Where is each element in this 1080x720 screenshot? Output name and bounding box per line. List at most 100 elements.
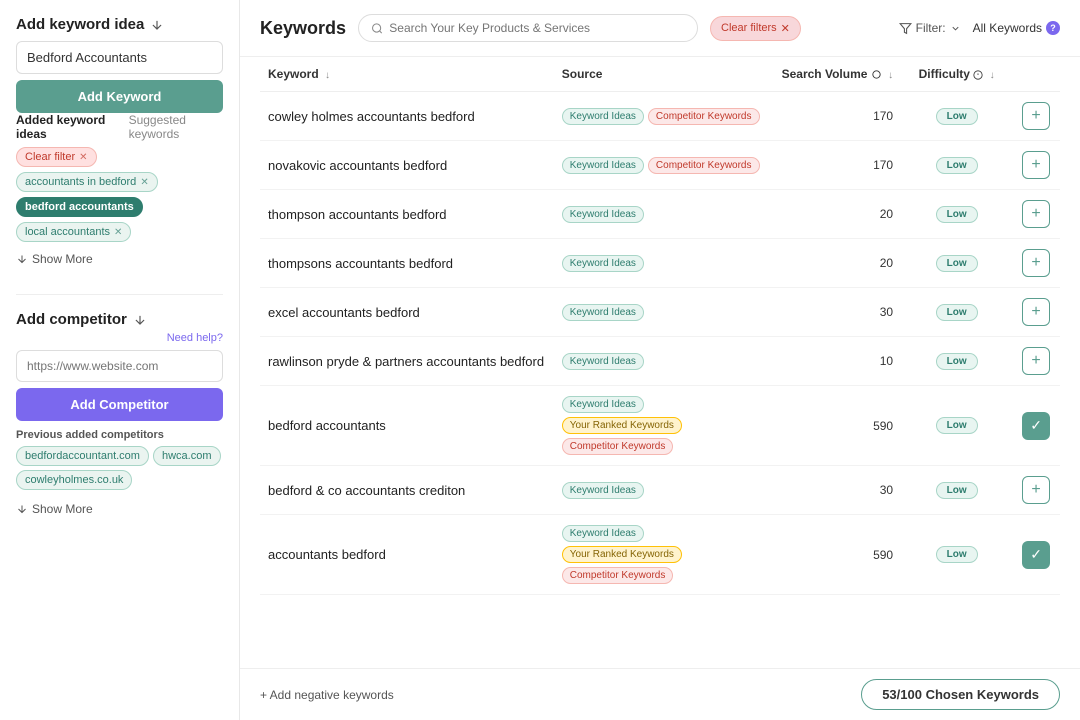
all-keywords-label: All Keywords ?	[973, 21, 1060, 35]
volume-cell: 170	[774, 141, 902, 190]
source-cell: Keyword IdeasYour Ranked KeywordsCompeti…	[554, 386, 774, 466]
keyword-added-button[interactable]: ✓	[1022, 412, 1050, 440]
table-row: bedford & co accountants creditonKeyword…	[260, 466, 1060, 515]
difficulty-cell: Low	[901, 190, 1012, 239]
filter-button[interactable]: Filter:	[899, 21, 961, 35]
table-row: novakovic accountants bedfordKeyword Ide…	[260, 141, 1060, 190]
help-icon: ?	[1046, 21, 1060, 35]
col-source[interactable]: Source	[554, 57, 774, 92]
source-cell: Keyword IdeasYour Ranked KeywordsCompeti…	[554, 515, 774, 595]
main-content: Keywords Clear filters ✕ Filter: All Key…	[240, 0, 1080, 720]
table-row: thompson accountants bedfordKeyword Idea…	[260, 190, 1060, 239]
table-row: accountants bedfordKeyword IdeasYour Ran…	[260, 515, 1060, 595]
keyword-cell: thompson accountants bedford	[260, 190, 554, 239]
difficulty-cell: Low	[901, 466, 1012, 515]
search-input[interactable]	[389, 21, 685, 35]
keyword-add-button[interactable]: +	[1022, 476, 1050, 504]
tab-added-keywords[interactable]: Added keyword ideas	[16, 113, 121, 141]
table-row: bedford accountantsKeyword IdeasYour Ran…	[260, 386, 1060, 466]
keyword-cell: accountants bedford	[260, 515, 554, 595]
tag-bedford-accountants[interactable]: bedford accountants	[16, 197, 143, 217]
keyword-added-button[interactable]: ✓	[1022, 541, 1050, 569]
filter-icon	[899, 22, 912, 35]
keyword-cell: cowley holmes accountants bedford	[260, 92, 554, 141]
volume-cell: 590	[774, 386, 902, 466]
volume-sort-icon	[871, 69, 882, 80]
keyword-add-button[interactable]: +	[1022, 102, 1050, 130]
volume-cell: 20	[774, 239, 902, 288]
volume-cell: 30	[774, 288, 902, 337]
difficulty-cell: Low	[901, 239, 1012, 288]
competitor-tags: bedfordaccountant.com hwca.com cowleyhol…	[16, 446, 223, 490]
difficulty-cell: Low	[901, 386, 1012, 466]
add-negative-keywords-button[interactable]: + Add negative keywords	[260, 688, 394, 702]
source-cell: Keyword Ideas	[554, 288, 774, 337]
chevron-down-icon	[950, 23, 961, 34]
keywords-table-wrapper: Keyword ↓ Source Search Volume ↓ Difficu…	[240, 57, 1080, 668]
difficulty-info-icon	[973, 70, 983, 80]
keyword-cell: bedford accountants	[260, 386, 554, 466]
difficulty-cell: Low	[901, 288, 1012, 337]
source-cell: Keyword Ideas	[554, 239, 774, 288]
volume-cell: 590	[774, 515, 902, 595]
chosen-keywords-badge: 53/100 Chosen Keywords	[861, 679, 1060, 710]
col-difficulty[interactable]: Difficulty ↓	[901, 57, 1012, 92]
table-row: thompsons accountants bedfordKeyword Ide…	[260, 239, 1060, 288]
clear-filter-tag[interactable]: Clear filter ✕	[16, 147, 97, 167]
clear-filters-button[interactable]: Clear filters ✕	[710, 16, 801, 41]
sidebar-divider	[16, 294, 223, 295]
competitor-tag-hwca[interactable]: hwca.com	[153, 446, 221, 466]
volume-cell: 20	[774, 190, 902, 239]
keyword-cell: novakovic accountants bedford	[260, 141, 554, 190]
keyword-cell: bedford & co accountants crediton	[260, 466, 554, 515]
competitor-url-input[interactable]	[16, 350, 223, 382]
tab-suggested-keywords[interactable]: Suggested keywords	[129, 113, 223, 141]
keyword-add-button[interactable]: +	[1022, 347, 1050, 375]
source-cell: Keyword IdeasCompetitor Keywords	[554, 92, 774, 141]
volume-cell: 10	[774, 337, 902, 386]
keyword-cell: excel accountants bedford	[260, 288, 554, 337]
source-cell: Keyword Ideas	[554, 190, 774, 239]
add-keyword-button[interactable]: Add Keyword	[16, 80, 223, 113]
table-row: excel accountants bedfordKeyword Ideas30…	[260, 288, 1060, 337]
add-competitor-button[interactable]: Add Competitor	[16, 388, 223, 421]
action-cell: +	[1012, 337, 1060, 386]
add-keyword-input[interactable]	[16, 41, 223, 74]
main-header: Keywords Clear filters ✕ Filter: All Key…	[240, 0, 1080, 57]
keyword-add-button[interactable]: +	[1022, 249, 1050, 277]
action-cell: +	[1012, 288, 1060, 337]
action-cell: +	[1012, 239, 1060, 288]
tag-accountants-in-bedford[interactable]: accountants in bedford ✕	[16, 172, 158, 192]
keyword-add-button[interactable]: +	[1022, 298, 1050, 326]
need-help-link[interactable]: Need help?	[16, 332, 223, 344]
source-cell: Keyword Ideas	[554, 337, 774, 386]
action-cell: ✓	[1012, 515, 1060, 595]
add-competitor-section: Add competitor Need help? Add Competitor…	[16, 311, 223, 520]
main-footer: + Add negative keywords 53/100 Chosen Ke…	[240, 668, 1080, 720]
keyword-add-button[interactable]: +	[1022, 151, 1050, 179]
source-cell: Keyword Ideas	[554, 466, 774, 515]
keyword-cell: rawlinson pryde & partners accountants b…	[260, 337, 554, 386]
competitor-tag-bedfordaccountant[interactable]: bedfordaccountant.com	[16, 446, 149, 466]
tag-local-accountants[interactable]: local accountants ✕	[16, 222, 131, 242]
sidebar: Add keyword idea Add Keyword Added keywo…	[0, 0, 240, 720]
difficulty-cell: Low	[901, 92, 1012, 141]
action-cell: +	[1012, 141, 1060, 190]
table-header-row: Keyword ↓ Source Search Volume ↓ Difficu…	[260, 57, 1060, 92]
difficulty-cell: Low	[901, 515, 1012, 595]
table-row: rawlinson pryde & partners accountants b…	[260, 337, 1060, 386]
col-volume[interactable]: Search Volume ↓	[774, 57, 902, 92]
difficulty-cell: Low	[901, 337, 1012, 386]
action-cell: +	[1012, 92, 1060, 141]
show-more-keywords-button[interactable]: Show More	[16, 248, 93, 270]
competitor-tag-cowleyholmes[interactable]: cowleyholmes.co.uk	[16, 470, 132, 490]
keyword-add-button[interactable]: +	[1022, 200, 1050, 228]
add-keyword-section: Add keyword idea Add Keyword Added keywo…	[16, 16, 223, 270]
keywords-table: Keyword ↓ Source Search Volume ↓ Difficu…	[260, 57, 1060, 595]
show-more-competitors-button[interactable]: Show More	[16, 498, 93, 520]
search-bar[interactable]	[358, 14, 698, 42]
table-row: cowley holmes accountants bedfordKeyword…	[260, 92, 1060, 141]
col-keyword[interactable]: Keyword ↓	[260, 57, 554, 92]
volume-cell: 170	[774, 92, 902, 141]
keyword-tabs: Added keyword ideas Suggested keywords	[16, 113, 223, 141]
